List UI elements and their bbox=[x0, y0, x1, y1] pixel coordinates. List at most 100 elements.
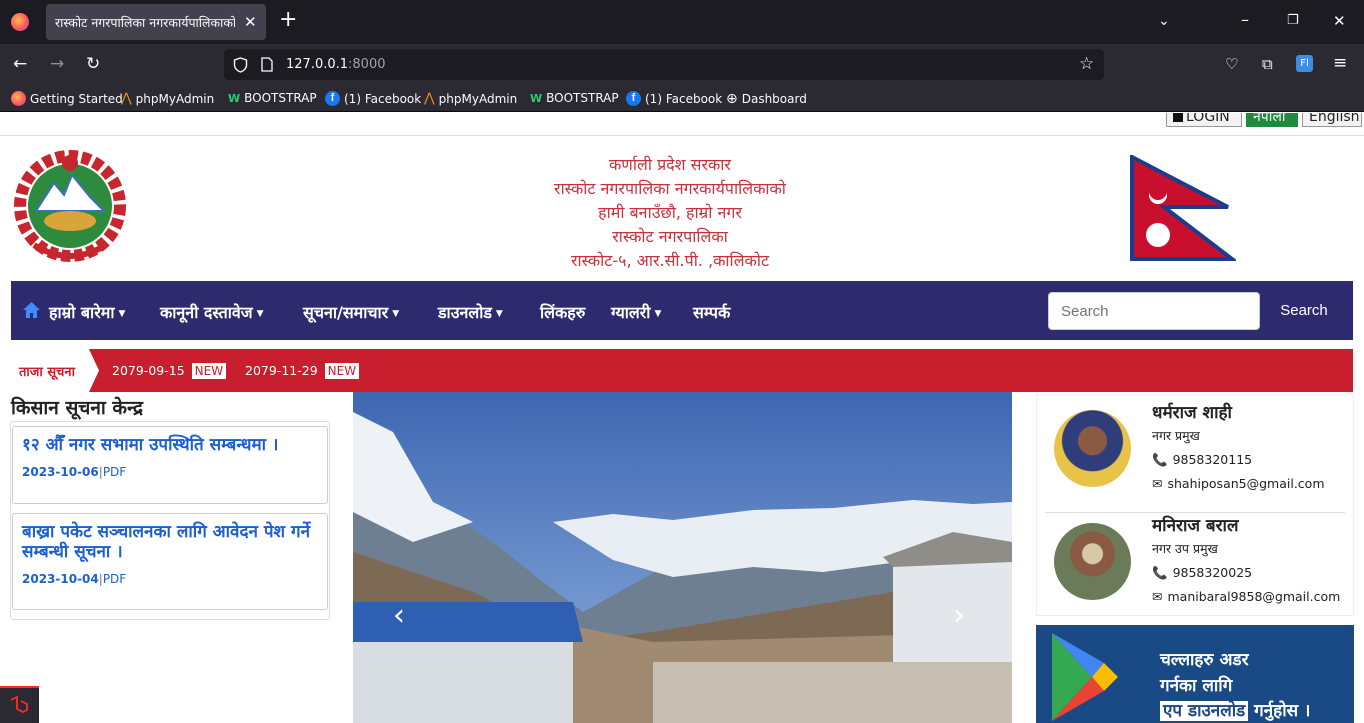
bookmark-facebook[interactable]: f (1) Facebook bbox=[325, 91, 421, 106]
minimize-icon[interactable]: – bbox=[1241, 12, 1249, 28]
menu-contact[interactable]: सम्पर्क bbox=[693, 301, 730, 323]
envelope-icon: ✉ bbox=[1152, 589, 1163, 604]
shield-icon[interactable] bbox=[233, 57, 248, 73]
app-banner-line-1: चल्लाहरु अडर bbox=[1160, 650, 1249, 670]
menu-download[interactable]: डाउनलोड ▼ bbox=[438, 301, 503, 323]
ticker-label: ताजा सूचना bbox=[19, 365, 75, 380]
search-input[interactable] bbox=[1048, 292, 1260, 330]
notice-file-type[interactable]: PDF bbox=[103, 465, 126, 479]
phone-icon: 📞 bbox=[1152, 565, 1168, 580]
home-icon[interactable] bbox=[22, 301, 41, 319]
bookmark-getting-started[interactable]: Getting Started bbox=[11, 91, 123, 106]
web-page: LOGIN नेपाली English कर्णाली प्रदेश सरका… bbox=[0, 113, 1364, 723]
reload-icon[interactable]: ↻ bbox=[86, 56, 100, 73]
bookmark-label: Getting Started bbox=[30, 91, 123, 106]
official-role: नगर प्रमुख bbox=[1152, 428, 1200, 443]
official-email[interactable]: ✉ manibaral9858@gmail.com bbox=[1152, 589, 1340, 604]
official-avatar bbox=[1054, 410, 1131, 487]
extensions-icon[interactable]: ⧉ bbox=[1262, 56, 1273, 72]
extension-fi-icon[interactable]: Fl bbox=[1296, 55, 1313, 72]
firefox-icon[interactable] bbox=[11, 13, 29, 31]
google-play-icon bbox=[1052, 633, 1118, 721]
site-header-text: कर्णाली प्रदेश सरकार रास्कोट नगरपालिका न… bbox=[470, 153, 870, 273]
app-banner-line-2: गर्नका लागि bbox=[1160, 676, 1233, 696]
menu-gallery[interactable]: ग्यालरी ▼ bbox=[611, 301, 661, 323]
notice-meta: 2023-10-04|PDF bbox=[22, 572, 126, 586]
officials-panel: धर्मराज शाही नगर प्रमुख 📞 9858320115 ✉ sha… bbox=[1036, 394, 1354, 616]
close-window-icon[interactable]: ✕ bbox=[1333, 13, 1346, 29]
notice-date: 2023-10-06 bbox=[22, 465, 99, 479]
notice-date: 2023-10-04 bbox=[22, 572, 99, 586]
tab-list-chevron-icon[interactable]: ⌄ bbox=[1158, 13, 1170, 29]
app-download-banner[interactable]: चल्लाहरु अडर गर्नका लागि एप डाउनलोड गर्न… bbox=[1036, 625, 1354, 723]
header-line-5: रास्कोट-५, आर.सी.पी. ,कालिकोट bbox=[570, 251, 770, 270]
news-ticker: ताजा सूचना 2079-09-15 NEW 2079-11-29 NEW bbox=[11, 349, 1353, 392]
caret-down-icon: ▼ bbox=[256, 308, 264, 319]
w-icon: W bbox=[530, 91, 543, 105]
nepali-language-button[interactable]: नेपाली bbox=[1246, 113, 1298, 127]
pocket-icon[interactable]: ♡ bbox=[1225, 56, 1238, 72]
tab-title: रास्कोट नगरपालिका नगरकार्यपालिकाको bbox=[55, 15, 235, 30]
url-bar[interactable]: 127.0.0.1:8000 ☆ bbox=[224, 49, 1104, 80]
menu-about-label: हाम्रो बारेमा bbox=[49, 303, 115, 322]
phpmyadmin-icon: ⋀ bbox=[121, 91, 132, 106]
url-port: :8000 bbox=[348, 57, 386, 72]
bookmark-bootstrap-2[interactable]: W BOOTSTRAP bbox=[530, 91, 619, 105]
bookmark-label: (1) Facebook bbox=[645, 91, 723, 106]
ticker-item-2[interactable]: 2079-11-29 NEW bbox=[245, 363, 360, 379]
menu-notices-news[interactable]: सूचना/समाचार ▼ bbox=[303, 301, 399, 323]
bookmark-phpmyadmin-2[interactable]: ⋀ phpMyAdmin bbox=[424, 91, 517, 106]
menu-contact-label: सम्पर्क bbox=[693, 303, 731, 322]
bookmark-label: phpMyAdmin bbox=[438, 91, 518, 106]
header-line-4: रास्कोट नगरपालिका bbox=[612, 227, 728, 246]
active-tab[interactable]: रास्कोट नगरपालिका नगरकार्यपालिकाको ✕ bbox=[46, 4, 266, 40]
w-icon: W bbox=[228, 91, 241, 105]
hamburger-menu-icon[interactable]: ≡ bbox=[1333, 55, 1347, 72]
bookmark-phpmyadmin[interactable]: ⋀ phpMyAdmin bbox=[121, 91, 214, 106]
forward-icon[interactable]: → bbox=[50, 56, 64, 73]
app-banner-line-3b: गर्नुहोस । bbox=[1254, 701, 1311, 721]
search-button[interactable]: Search bbox=[1269, 292, 1339, 330]
official-email[interactable]: ✉ shahiposan5@gmail.com bbox=[1152, 476, 1325, 491]
menu-about[interactable]: हाम्रो बारेमा ▼ bbox=[49, 301, 125, 323]
new-tab-icon[interactable]: + bbox=[279, 9, 297, 31]
envelope-icon: ✉ bbox=[1152, 476, 1163, 491]
notice-title[interactable]: बाख्रा पकेट सञ्चालनका लागि आवेदन पेश गर्… bbox=[22, 522, 317, 562]
notice-card[interactable]: १२ औँ नगर सभामा उपस्थिति सम्बन्धमा । 202… bbox=[12, 426, 328, 504]
login-icon bbox=[1173, 113, 1183, 122]
login-button[interactable]: LOGIN bbox=[1166, 113, 1242, 127]
carousel-next-icon[interactable]: › bbox=[953, 598, 965, 633]
notice-title[interactable]: १२ औँ नगर सभामा उपस्थिति सम्बन्धमा । bbox=[22, 435, 322, 455]
official-phone: 📞 9858320025 bbox=[1152, 565, 1252, 581]
page-icon bbox=[261, 57, 273, 72]
notice-card[interactable]: बाख्रा पकेट सञ्चालनका लागि आवेदन पेश गर्… bbox=[12, 513, 328, 610]
menu-legal-documents[interactable]: कानूनी दस्तावेज ▼ bbox=[160, 301, 264, 323]
english-language-button[interactable]: English bbox=[1302, 113, 1362, 127]
ticker-item-1[interactable]: 2079-09-15 NEW bbox=[112, 363, 227, 379]
phone-icon: 📞 bbox=[1152, 452, 1168, 467]
browser-nav-bar: ← → ↻ 127.0.0.1:8000 ☆ ♡ ⧉ Fl ≡ bbox=[0, 44, 1364, 86]
menu-links[interactable]: लिंकहरु bbox=[540, 301, 585, 323]
official-phone-number: 9858320115 bbox=[1172, 452, 1253, 467]
firefox-icon bbox=[11, 91, 26, 106]
browser-tab-bar: रास्कोट नगरपालिका नगरकार्यपालिकाको ✕ + ⌄… bbox=[0, 0, 1364, 44]
menu-notices-label: सूचना/समाचार bbox=[303, 303, 389, 322]
bookmark-bootstrap[interactable]: W BOOTSTRAP bbox=[228, 91, 317, 105]
carousel-prev-icon[interactable]: ‹ bbox=[393, 598, 405, 633]
bookmark-dashboard[interactable]: ⊕ Dashboard bbox=[726, 91, 807, 107]
notice-meta: 2023-10-06|PDF bbox=[22, 465, 126, 479]
ticker-date: 2079-09-15 bbox=[112, 363, 185, 378]
facebook-icon: f bbox=[325, 91, 340, 106]
official-name: मनिराज बराल bbox=[1152, 516, 1239, 536]
close-tab-icon[interactable]: ✕ bbox=[244, 14, 257, 30]
image-carousel: ‹ › bbox=[353, 392, 1012, 723]
top-strip-divider bbox=[0, 135, 1364, 136]
restore-icon[interactable]: ❐ bbox=[1287, 13, 1299, 29]
caret-down-icon: ▼ bbox=[118, 308, 126, 319]
back-icon[interactable]: ← bbox=[13, 56, 27, 73]
notice-file-type[interactable]: PDF bbox=[103, 572, 126, 586]
bookmark-label: (1) Facebook bbox=[344, 91, 422, 106]
laravel-icon[interactable] bbox=[0, 686, 39, 723]
bookmark-facebook-2[interactable]: f (1) Facebook bbox=[626, 91, 722, 106]
bookmark-star-icon[interactable]: ☆ bbox=[1079, 56, 1094, 73]
